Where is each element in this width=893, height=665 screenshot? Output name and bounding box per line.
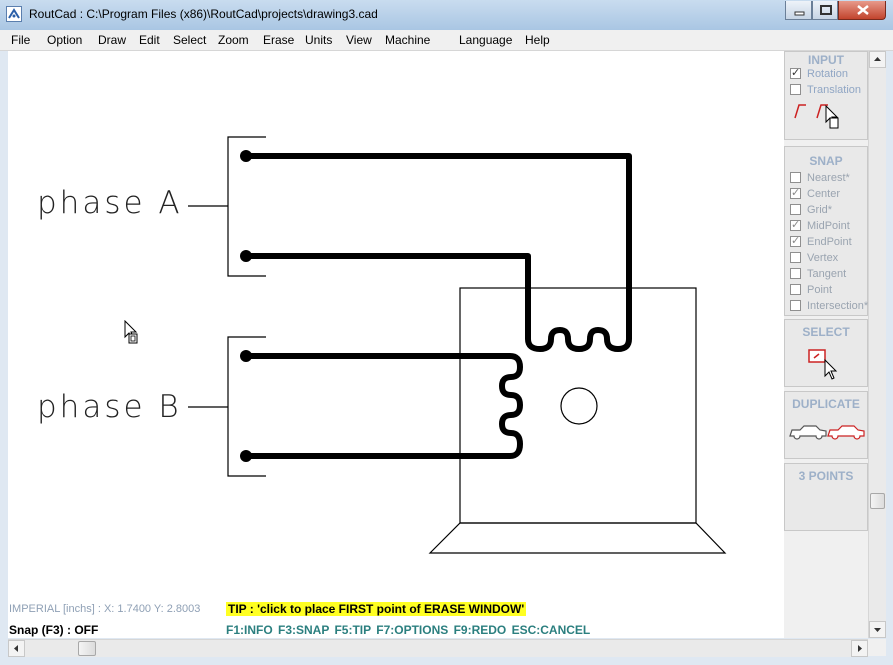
terminal-a1 <box>240 150 252 162</box>
select-window-icon[interactable] <box>807 346 847 386</box>
title-bar: RoutCad : C:\Program Files (x86)\RoutCad… <box>0 0 893 30</box>
phase-b-label: phase B <box>37 389 182 425</box>
snap-panel: SNAP Nearest* Center Grid* MidPoint EndP… <box>784 146 868 316</box>
rotation-tool-icon[interactable] <box>793 102 843 132</box>
phase-b-winding <box>243 353 523 459</box>
scroll-down-button[interactable] <box>869 621 886 638</box>
mouse-cursor-icon <box>124 320 138 344</box>
menu-view[interactable]: View <box>346 33 372 47</box>
maximize-icon <box>820 5 832 15</box>
menu-erase[interactable]: Erase <box>263 33 294 47</box>
snap-grid-checkbox[interactable]: Grid* <box>790 204 832 218</box>
menu-select[interactable]: Select <box>173 33 206 47</box>
menu-machine[interactable]: Machine <box>385 33 430 47</box>
menu-bar: File Option Draw Edit Select Zoom Erase … <box>0 30 893 51</box>
close-icon <box>857 5 869 15</box>
duplicate-icon[interactable] <box>788 424 868 442</box>
phase-a-winding <box>243 153 632 352</box>
snap-status: Snap (F3) : OFF <box>9 623 99 637</box>
snap-point-checkbox[interactable]: Point <box>790 284 832 298</box>
arrow-left-icon <box>14 645 18 652</box>
arrow-up-icon <box>874 57 881 61</box>
scroll-left-button[interactable] <box>8 640 25 657</box>
maximize-button[interactable] <box>812 1 838 20</box>
terminal-b2 <box>240 450 252 462</box>
menu-draw[interactable]: Draw <box>98 33 126 47</box>
menu-language[interactable]: Language <box>459 33 512 47</box>
tool-panel: INPUT Rotation Translation SNAP Nearest*… <box>784 51 868 638</box>
terminal-b1 <box>240 350 252 362</box>
rotation-checkbox[interactable]: Rotation <box>790 66 848 82</box>
menu-zoom[interactable]: Zoom <box>218 33 249 47</box>
three-points-panel[interactable]: 3 POINTS <box>784 463 868 531</box>
menu-file[interactable]: File <box>11 33 30 47</box>
horizontal-scroll-thumb[interactable] <box>78 641 96 656</box>
function-key-hints: F1:INFO F3:SNAP F5:TIP F7:OPTIONS F9:RED… <box>226 623 591 637</box>
scrollbar-corner <box>868 639 886 656</box>
arrow-down-icon <box>874 628 881 632</box>
vertical-scroll-thumb[interactable] <box>870 493 885 509</box>
window-title: RoutCad : C:\Program Files (x86)\RoutCad… <box>29 7 378 21</box>
scroll-right-button[interactable] <box>851 640 868 657</box>
snap-nearest-checkbox[interactable]: Nearest* <box>790 172 850 186</box>
minimize-button[interactable] <box>785 1 812 20</box>
translation-checkbox[interactable]: Translation <box>790 84 861 98</box>
menu-help[interactable]: Help <box>525 33 550 47</box>
snap-title: SNAP <box>809 154 843 168</box>
snap-intersection-checkbox[interactable]: Intersection* <box>790 300 868 314</box>
coordinate-readout: IMPERIAL [inchs] : X: 1.7400 Y: 2.8003 <box>9 603 201 615</box>
motor-base <box>428 522 727 554</box>
menu-units[interactable]: Units <box>305 33 332 47</box>
vertical-scrollbar[interactable] <box>868 51 886 638</box>
input-panel: INPUT Rotation Translation <box>784 51 868 140</box>
input-title: INPUT <box>808 53 844 67</box>
close-button[interactable] <box>838 1 886 20</box>
duplicate-title: DUPLICATE <box>792 397 860 411</box>
phase-a-label: phase A <box>37 185 183 221</box>
duplicate-panel: DUPLICATE <box>784 391 868 459</box>
snap-midpoint-checkbox[interactable]: MidPoint <box>790 218 850 234</box>
select-panel: SELECT <box>784 319 868 387</box>
terminal-a2 <box>240 250 252 262</box>
snap-tangent-checkbox[interactable]: Tangent <box>790 268 846 282</box>
snap-endpoint-checkbox[interactable]: EndPoint <box>790 234 852 250</box>
snap-center-checkbox[interactable]: Center <box>790 186 840 202</box>
menu-option[interactable]: Option <box>47 33 82 47</box>
drawing-canvas[interactable]: phase A phase B IMPERIAL [inchs] : X: 1.… <box>8 51 784 638</box>
routcad-app-icon[interactable] <box>6 6 22 22</box>
tip-message: TIP : 'click to place FIRST point of ERA… <box>226 602 527 616</box>
motor-shaft <box>560 387 598 425</box>
motor-body <box>459 287 697 524</box>
arrow-right-icon <box>858 645 862 652</box>
window-bottom-border <box>0 657 893 665</box>
horizontal-scrollbar[interactable] <box>8 639 868 657</box>
scroll-up-button[interactable] <box>869 51 886 68</box>
menu-edit[interactable]: Edit <box>139 33 160 47</box>
three-points-title: 3 POINTS <box>798 469 854 483</box>
minimize-icon <box>794 11 805 16</box>
snap-vertex-checkbox[interactable]: Vertex <box>790 252 838 266</box>
select-title: SELECT <box>802 325 850 339</box>
